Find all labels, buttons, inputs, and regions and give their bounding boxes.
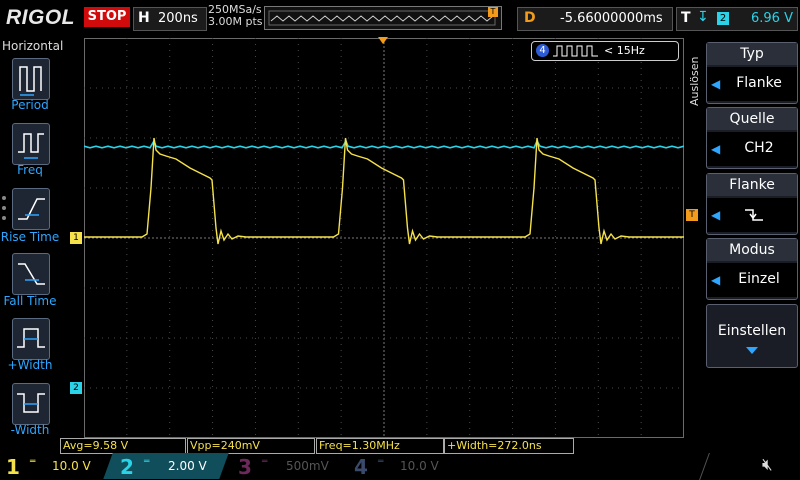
measure-rise-time-button[interactable] [12, 188, 50, 230]
trigger-settings-label: Einstellen [717, 323, 787, 339]
waveform-display[interactable] [84, 38, 684, 438]
ch2-offset-marker[interactable]: 2 [70, 382, 82, 394]
ch2-number: 2 [120, 455, 134, 479]
menu-page-dot [2, 216, 6, 220]
utility-tab [699, 453, 800, 480]
run-stop-indicator[interactable]: STOP [84, 7, 130, 27]
timebase-display[interactable]: H 200ns [133, 7, 207, 31]
measure-rise-time-label: Rise Time [0, 230, 60, 244]
trigger-settings-button[interactable]: Einstellen [706, 304, 798, 368]
left-arrow-icon: ◀ [711, 208, 721, 222]
ch3-status[interactable]: 3 ═ 500mV [232, 453, 344, 479]
measure-negative-width-button[interactable] [12, 383, 50, 425]
ch1-number: 1 [6, 455, 20, 479]
memory-overview-waveform [268, 10, 496, 26]
measure-fall-time-label: Fall Time [3, 294, 57, 308]
trigger-menu-tab-label: Auslösen [688, 56, 701, 106]
trigger-source-header: Quelle [707, 108, 797, 130]
memory-depth: 3.00M pts [208, 15, 263, 28]
trigger-source-badge: 2 [717, 12, 729, 25]
ch4-scale: 10.0 V [400, 459, 439, 473]
ch2-coupling-icon: ═ [144, 457, 150, 467]
ch1-status[interactable]: 1 ═ 10.0 V [0, 453, 110, 479]
frequency-counter: 4 < 15Hz [531, 41, 679, 61]
measure-freq-button[interactable] [12, 123, 50, 165]
period-icon [19, 66, 42, 96]
ch2-scale: 2.00 V [168, 459, 207, 473]
ch4-status[interactable]: 4 ═ 10.0 V [350, 453, 462, 479]
trigger-mode-value: Einzel [738, 271, 780, 287]
trigger-label: T [681, 10, 691, 26]
ch1-scale: 10.0 V [52, 459, 91, 473]
delay-label: D [524, 10, 536, 26]
memory-overview-bar: T [264, 6, 502, 30]
graticule [84, 38, 684, 438]
ch4-coupling-icon: ═ [378, 457, 384, 467]
trigger-edge-icon: ↧ [697, 9, 709, 25]
trigger-type-button[interactable]: Typ ◀ Flanke [706, 42, 798, 104]
positive-width-icon [17, 328, 45, 348]
left-arrow-icon: ◀ [711, 77, 721, 91]
left-arrow-icon: ◀ [711, 142, 721, 156]
measure-period-button[interactable] [12, 58, 50, 100]
trigger-type-value: Flanke [736, 75, 782, 91]
ch4-number: 4 [354, 455, 368, 479]
speaker-muted-icon[interactable]: 🔇︎ [762, 455, 773, 475]
timebase-value: 200ns [158, 11, 198, 26]
trigger-type-header: Typ [707, 43, 797, 65]
ch2-status-content: 2 ═ 2.00 V [112, 453, 222, 479]
trigger-source-value: CH2 [744, 140, 774, 156]
menu-page-dot [2, 206, 6, 210]
trigger-level: 6.96 V [751, 11, 793, 26]
ch3-scale: 500mV [286, 459, 329, 473]
delay-value: -5.66000000ms [560, 11, 663, 26]
freq-icon [18, 133, 44, 159]
ch3-number: 3 [238, 455, 252, 479]
falling-edge-icon [745, 209, 763, 221]
measure-freq-label: Freq [17, 163, 43, 177]
trigger-menu-tab: Auslösen [686, 44, 704, 114]
counter-value: < 15Hz [604, 44, 645, 57]
delay-display[interactable]: D -5.66000000ms [517, 7, 673, 31]
trigger-slope-button[interactable]: Flanke ◀ [706, 173, 798, 235]
ch3-coupling-icon: ═ [262, 457, 268, 467]
ch1-coupling-icon: ═ [30, 457, 36, 467]
fall-time-icon [18, 263, 45, 285]
measure-menu-title: Horizontal [2, 39, 64, 53]
timebase-label: H [138, 10, 150, 26]
rise-time-icon [18, 198, 45, 220]
chevron-down-icon [746, 347, 758, 354]
trigger-level-marker[interactable]: T [686, 209, 698, 221]
menu-page-dot [2, 196, 6, 200]
trigger-display[interactable]: T ↧ 2 6.96 V [676, 7, 798, 31]
measure-period-label: Period [11, 98, 49, 112]
measure-positive-width-label: +Width [7, 358, 53, 372]
ch1-offset-marker[interactable]: 1 [70, 232, 82, 244]
memory-trigger-marker: T [488, 7, 498, 17]
trigger-slope-header: Flanke [707, 174, 797, 196]
trigger-position-marker[interactable] [378, 37, 388, 44]
trigger-mode-button[interactable]: Modus ◀ Einzel [706, 238, 798, 300]
negative-width-icon [17, 393, 45, 413]
counter-channel-badge: 4 [536, 44, 549, 57]
trigger-mode-header: Modus [707, 239, 797, 261]
acquisition-info: 250MSa/s 3.00M pts [208, 4, 263, 28]
measure-negative-width-label: -Width [10, 423, 50, 437]
measure-fall-time-button[interactable] [12, 253, 50, 295]
measure-positive-width-button[interactable] [12, 318, 50, 360]
rigol-logo: RIGOL [6, 6, 75, 29]
square-wave-icon [553, 45, 598, 57]
left-arrow-icon: ◀ [711, 273, 721, 287]
trigger-source-button[interactable]: Quelle ◀ CH2 [706, 107, 798, 169]
